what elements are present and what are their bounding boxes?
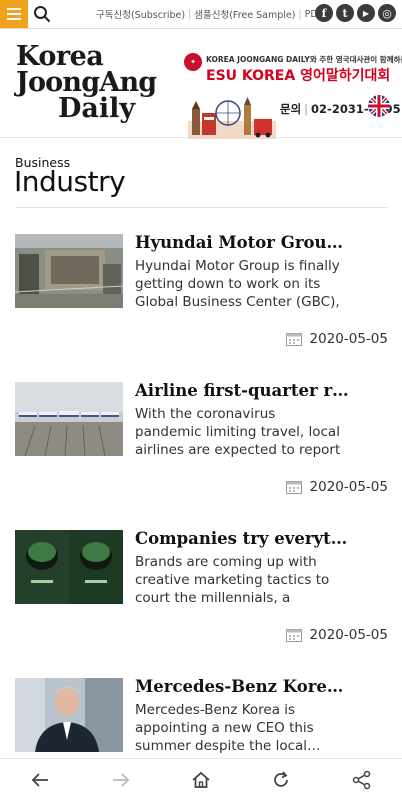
- article-thumbnail[interactable]: [15, 234, 123, 308]
- forward-icon[interactable]: [109, 768, 133, 792]
- article-list-item[interactable]: Hyundai Motor Group's… Hyundai Motor Gro…: [15, 233, 388, 364]
- share-icon[interactable]: [350, 768, 374, 792]
- uk-flag-icon: [368, 95, 390, 117]
- ad-event: 영어말하기대회: [300, 68, 391, 84]
- subscribe-link[interactable]: 구독신청(Subscribe): [96, 7, 185, 21]
- article-summary: With the coronavirus pandemic limiting t…: [135, 406, 341, 458]
- browser-bottom-nav: [0, 758, 402, 801]
- refresh-icon[interactable]: [269, 768, 293, 792]
- social-links: f t ▶ ◎: [315, 4, 396, 22]
- free-sample-link[interactable]: 샘플신청(Free Sample): [194, 7, 295, 21]
- london-skyline-icon: [188, 97, 276, 139]
- site-logo[interactable]: Korea JoongAng Daily: [16, 43, 157, 124]
- article-list-item[interactable]: Airline first-quarter res… With the coro…: [15, 381, 388, 512]
- article-date-text: 2020-05-05: [309, 479, 388, 495]
- ad-title: ESU KOREA 영어말하기대회: [206, 65, 390, 85]
- youtube-icon[interactable]: ▶: [357, 4, 375, 22]
- article-thumbnail[interactable]: [15, 382, 123, 456]
- article-list-item[interactable]: Companies try everythi… Brands are comin…: [15, 529, 388, 660]
- divider: |: [298, 8, 302, 20]
- divider: |: [304, 102, 309, 116]
- page-title: Industry: [14, 165, 126, 198]
- article-title[interactable]: Airline first-quarter res…: [135, 381, 350, 400]
- top-links: 구독신청(Subscribe) | 샘플신청(Free Sample) | PD…: [96, 7, 323, 22]
- article-summary: Brands are coming up with creative marke…: [135, 554, 330, 606]
- calendar-icon: [285, 481, 302, 494]
- esu-korea-ad-banner[interactable]: ✦ KOREA JOONGANG DAILY와 주한 영국대사관이 함께하는 E…: [184, 51, 402, 143]
- article-title[interactable]: Hyundai Motor Group's…: [135, 233, 350, 252]
- article-date: 2020-05-05: [285, 331, 388, 347]
- article-date: 2020-05-05: [285, 479, 388, 495]
- divider: [15, 207, 388, 208]
- article-thumbnail[interactable]: [15, 530, 123, 604]
- top-bar: 구독신청(Subscribe) | 샘플신청(Free Sample) | PD…: [0, 0, 402, 29]
- home-icon[interactable]: [189, 768, 213, 792]
- ad-top-text: KOREA JOONGANG DAILY와 주한 영국대사관이 함께하는: [206, 55, 402, 64]
- article-title[interactable]: Companies try everythi…: [135, 529, 350, 548]
- article-date-text: 2020-05-05: [309, 331, 388, 347]
- facebook-icon[interactable]: f: [315, 4, 333, 22]
- search-icon[interactable]: [33, 5, 51, 23]
- calendar-icon: [285, 629, 302, 642]
- article-date-text: 2020-05-05: [309, 627, 388, 643]
- article-date: 2020-05-05: [285, 627, 388, 643]
- menu-line-icon: [7, 18, 21, 20]
- article-summary: Mercedes-Benz Korea is appointing a new …: [135, 702, 321, 754]
- divider: |: [188, 8, 192, 20]
- ad-brand: ESU KOREA: [206, 68, 296, 84]
- instagram-icon[interactable]: ◎: [378, 4, 396, 22]
- site-header: Korea JoongAng Daily ✦ KOREA JOONGANG DA…: [0, 29, 402, 139]
- article-summary: Hyundai Motor Group is finally getting d…: [135, 258, 340, 310]
- article-thumbnail[interactable]: [15, 678, 123, 752]
- article-title[interactable]: Mercedes-Benz Korea s…: [135, 677, 350, 696]
- logo-line: Daily: [58, 93, 136, 124]
- embassy-seal-icon: ✦: [184, 53, 202, 71]
- calendar-icon: [285, 333, 302, 346]
- ad-contact-label: 문의: [280, 102, 302, 116]
- menu-line-icon: [7, 13, 21, 15]
- back-icon[interactable]: [28, 768, 52, 792]
- hamburger-menu-button[interactable]: [0, 0, 28, 28]
- menu-line-icon: [7, 8, 21, 10]
- twitter-icon[interactable]: t: [336, 4, 354, 22]
